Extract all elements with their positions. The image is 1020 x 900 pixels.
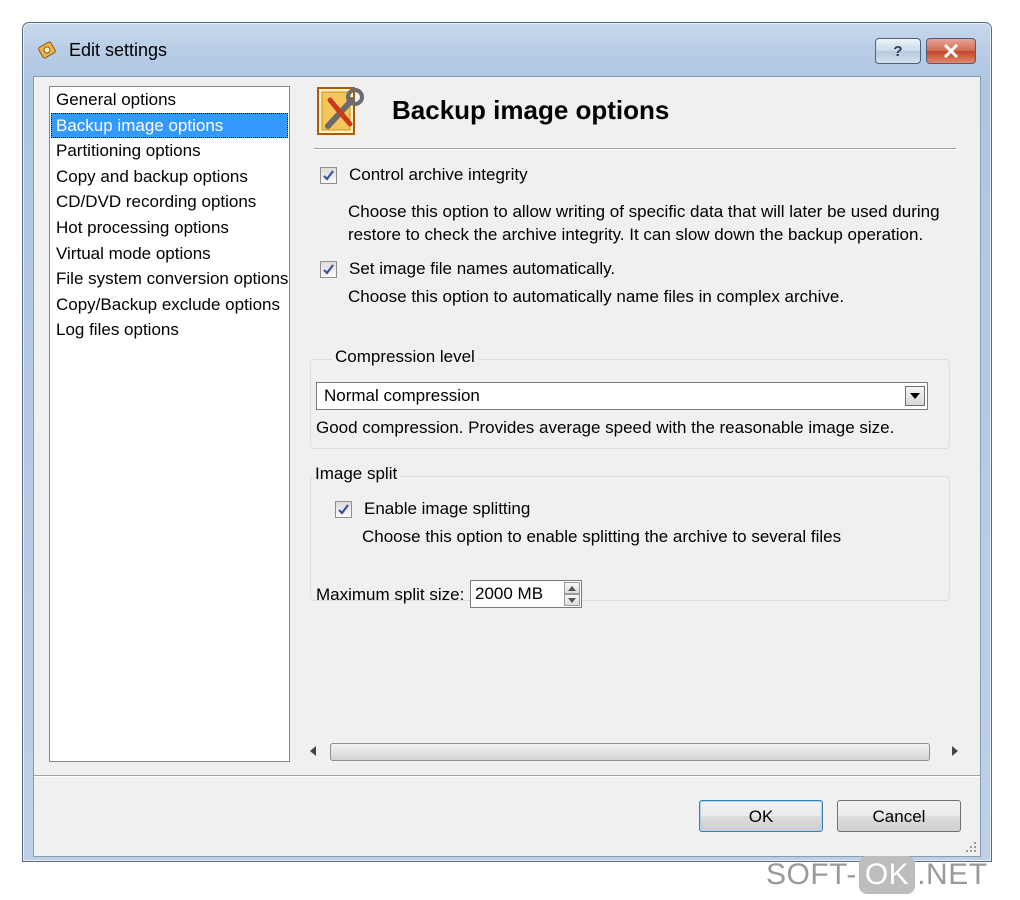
title-bar[interactable]: Edit settings ?: [23, 23, 991, 75]
close-button[interactable]: [926, 38, 976, 64]
checkmark-icon: [323, 264, 334, 275]
control-integrity-desc-1: Choose this option to allow writing of s…: [348, 202, 940, 221]
checkmark-icon: [323, 170, 334, 181]
max-split-size-label: Maximum split size:: [316, 585, 465, 604]
checkmark-icon: [338, 504, 349, 515]
dialog-client-area: General options Backup image options Par…: [33, 76, 981, 857]
control-integrity-checkbox[interactable]: [320, 167, 337, 184]
auto-names-checkbox[interactable]: [320, 261, 337, 278]
spin-buttons: [564, 582, 580, 606]
spin-down-button[interactable]: [564, 594, 580, 606]
header-divider: [314, 148, 956, 150]
compression-desc: Good compression. Provides average speed…: [316, 418, 895, 437]
control-integrity-desc-2: restore to check the archive integrity. …: [348, 225, 924, 244]
spin-up-button[interactable]: [564, 582, 580, 594]
nav-item-exclude[interactable]: Copy/Backup exclude options: [51, 292, 288, 318]
scroll-thumb[interactable]: [330, 743, 930, 761]
window-title: Edit settings: [69, 40, 168, 60]
watermark-right: .NET: [917, 858, 988, 891]
options-content-panel: Backup image options Control archive int…: [302, 86, 966, 762]
compression-level-select[interactable]: Normal compression: [316, 382, 928, 410]
nav-item-hot-processing[interactable]: Hot processing options: [51, 215, 288, 241]
nav-item-cd-dvd[interactable]: CD/DVD recording options: [51, 189, 288, 215]
footer-divider: [34, 775, 980, 777]
auto-names-label[interactable]: Set image file names automatically.: [349, 259, 615, 279]
max-split-size-value[interactable]: 2000 MB: [475, 584, 543, 604]
nav-item-fs-conversion[interactable]: File system conversion options: [51, 266, 288, 292]
help-button[interactable]: ?: [875, 38, 921, 64]
cancel-button[interactable]: Cancel: [837, 800, 961, 832]
horizontal-scrollbar[interactable]: [302, 741, 966, 762]
enable-split-desc: Choose this option to enable splitting t…: [362, 527, 842, 546]
ok-button[interactable]: OK: [699, 800, 823, 832]
control-integrity-label[interactable]: Control archive integrity: [349, 165, 528, 185]
watermark-box: OK: [858, 856, 916, 894]
nav-item-log-files[interactable]: Log files options: [51, 317, 288, 343]
image-split-group-label: Image split: [312, 464, 401, 484]
max-split-size-stepper[interactable]: 2000 MB: [470, 580, 582, 608]
scroll-left-button[interactable]: [306, 744, 320, 758]
settings-wrench-icon: [317, 87, 364, 135]
nav-item-backup-image[interactable]: Backup image options: [51, 112, 288, 139]
enable-split-label[interactable]: Enable image splitting: [364, 499, 530, 519]
edit-settings-window: Edit settings ? General options Backup i…: [22, 22, 992, 862]
arrow-left-icon: [310, 746, 316, 756]
nav-item-virtual-mode[interactable]: Virtual mode options: [51, 241, 288, 267]
chevron-down-icon: [910, 393, 920, 399]
options-nav-list[interactable]: General options Backup image options Par…: [49, 86, 290, 762]
nav-item-general[interactable]: General options: [51, 87, 288, 113]
compression-level-value: Normal compression: [324, 386, 480, 405]
scroll-right-button[interactable]: [948, 744, 962, 758]
auto-names-desc: Choose this option to automatically name…: [348, 287, 845, 306]
spin-down-icon: [568, 597, 576, 603]
dropdown-arrow-button[interactable]: [905, 386, 925, 406]
nav-item-copy-backup[interactable]: Copy and backup options: [51, 164, 288, 190]
watermark-left: SOFT-: [766, 858, 857, 891]
compression-group-label: Compression level: [332, 347, 478, 367]
watermark-logo: SOFT- OK .NET: [766, 852, 988, 898]
close-icon: [943, 44, 959, 58]
arrow-right-icon: [952, 746, 958, 756]
spin-up-icon: [568, 585, 576, 591]
nav-item-partitioning[interactable]: Partitioning options: [51, 138, 288, 164]
page-title: Backup image options: [392, 95, 670, 125]
app-icon: [38, 41, 56, 59]
enable-split-checkbox[interactable]: [335, 501, 352, 518]
